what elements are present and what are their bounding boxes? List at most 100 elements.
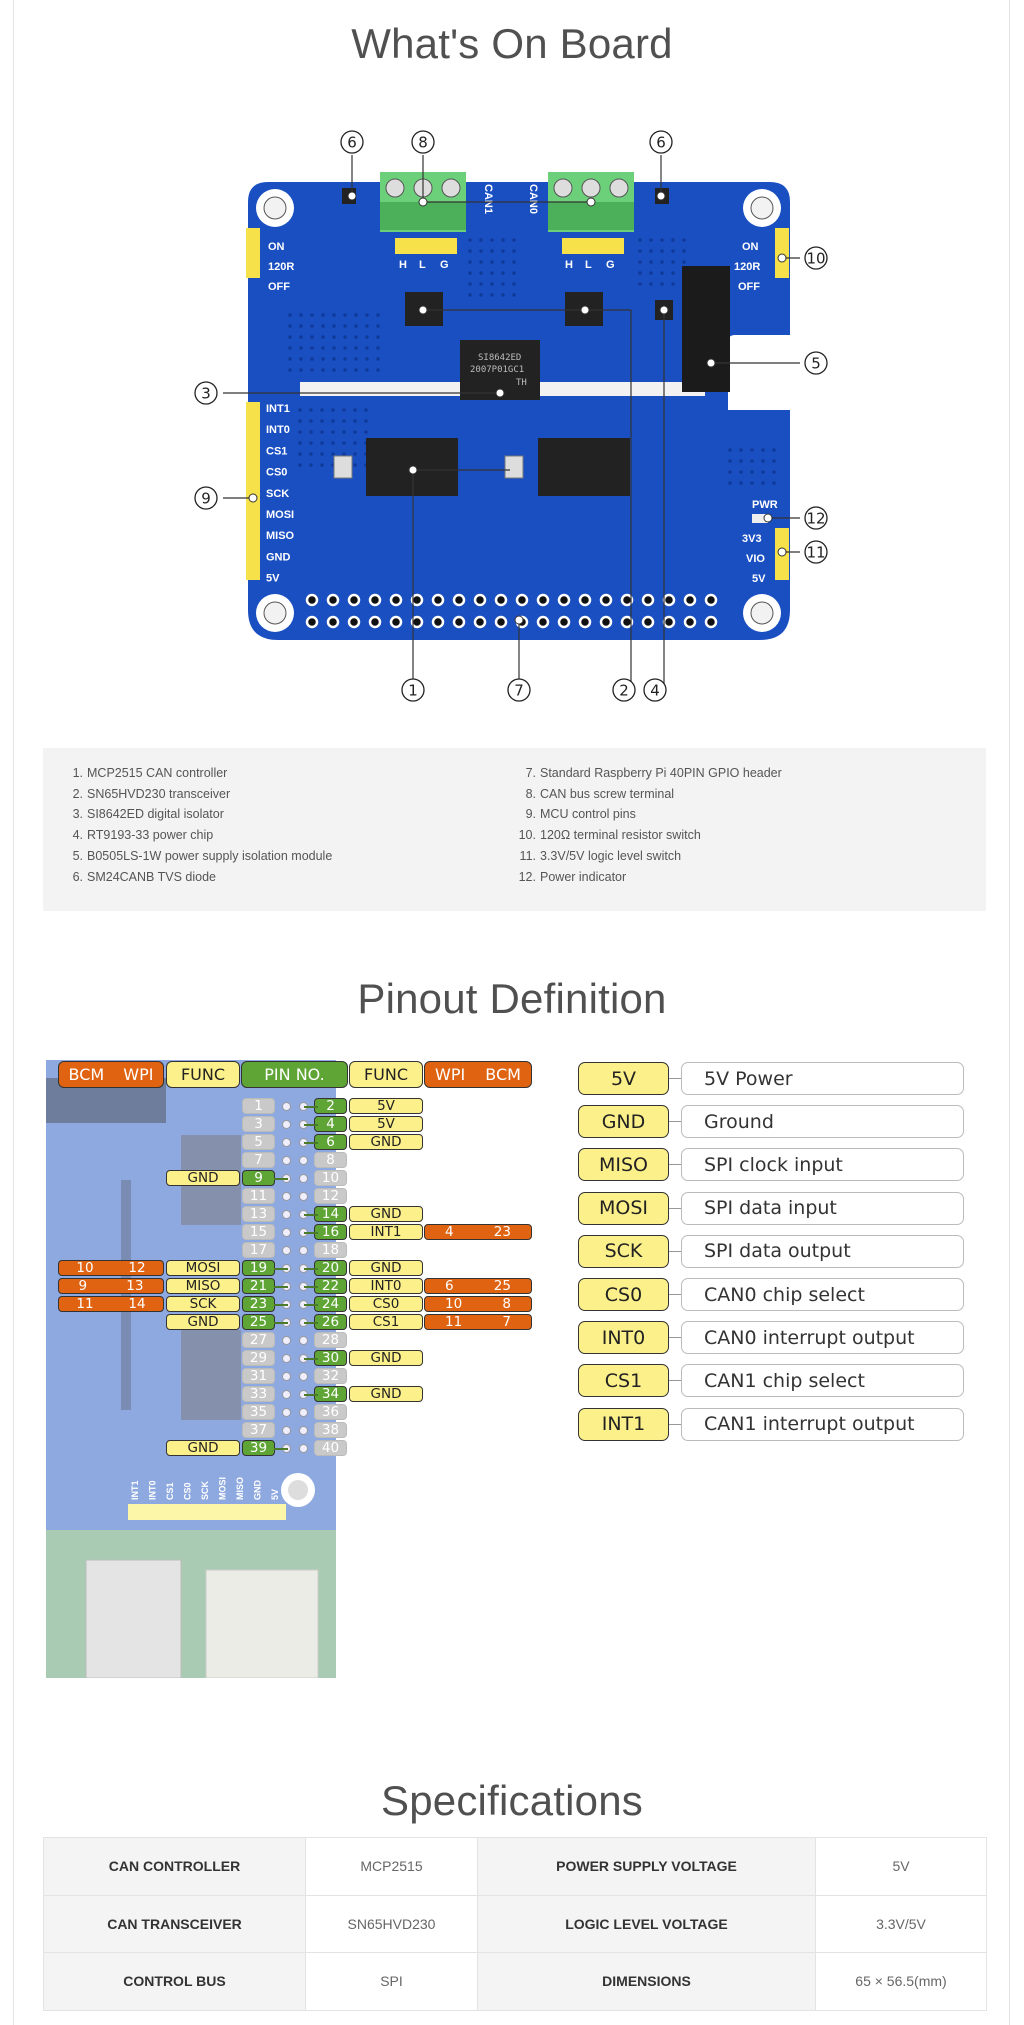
via <box>299 335 303 339</box>
pin-number-30: 30 <box>314 1350 347 1366</box>
silk-mcu-pin-label: MOSI <box>266 509 294 521</box>
spec-value: 5V <box>815 1837 987 1896</box>
pin-number-6: 6 <box>314 1134 347 1150</box>
gpio-pin-hole <box>305 615 319 629</box>
pin-hole <box>282 1102 291 1111</box>
pin-hole <box>299 1174 308 1183</box>
via <box>649 249 653 253</box>
via <box>501 260 505 264</box>
function-row: CS1 CAN1 chip select <box>578 1364 968 1398</box>
via <box>671 271 675 275</box>
via <box>512 238 516 242</box>
gpio-pin-hole <box>452 615 466 629</box>
pin-number-2: 2 <box>314 1098 347 1114</box>
gpio-pin-hole <box>683 615 697 629</box>
via <box>309 441 313 445</box>
gpio-pin-hole <box>347 593 361 607</box>
via <box>343 324 347 328</box>
silk-mcu-pin-label: GND <box>266 551 291 563</box>
via <box>299 346 303 350</box>
via <box>728 481 732 485</box>
gpio-pin-hole <box>494 593 508 607</box>
pin-connector <box>304 1106 318 1108</box>
via <box>332 357 336 361</box>
via <box>761 470 765 474</box>
via <box>660 260 664 264</box>
via <box>364 419 368 423</box>
function-key: MOSI <box>578 1191 669 1225</box>
via <box>332 313 336 317</box>
pi-silk-label: INT0 <box>148 1480 158 1500</box>
pin-number-35: 35 <box>242 1404 275 1420</box>
pin-wpi-bcm-right: 10 8 <box>424 1296 532 1312</box>
function-row: INT0 CAN0 interrupt output <box>578 1321 968 1355</box>
section-title-specifications: Specifications <box>381 1777 643 1824</box>
via <box>376 368 380 372</box>
function-connector <box>669 1423 681 1425</box>
gpio-pin-hole <box>452 593 466 607</box>
spec-row: CONTROL BUS SPI DIMENSIONS 65 × 56.5(mm) <box>43 1952 987 2011</box>
via <box>468 271 472 275</box>
via <box>299 324 303 328</box>
gpio-pin-hole <box>347 615 361 629</box>
pin-func-right: 5V <box>349 1098 423 1114</box>
pin-number-19: 19 <box>242 1260 275 1276</box>
via <box>354 357 358 361</box>
via <box>468 293 472 297</box>
gpio-pin-hole <box>473 615 487 629</box>
via <box>750 459 754 463</box>
via <box>288 313 292 317</box>
pin-func-left: GND <box>166 1314 240 1330</box>
via <box>512 249 516 253</box>
isolation-module <box>682 266 730 392</box>
via <box>320 430 324 434</box>
header-func-right: FUNC <box>349 1061 423 1088</box>
silk-mcu-pin-label: INT1 <box>266 403 290 415</box>
via <box>310 324 314 328</box>
via <box>490 271 494 275</box>
board-image: CAN1 CAN0 H L G H L G ON 120R OFF ON 120… <box>194 130 828 702</box>
via <box>479 282 483 286</box>
silk-mcu-pin-label: SCK <box>266 488 289 500</box>
via <box>331 441 335 445</box>
component-legend: 1. MCP2515 CAN controller 2. SN65HVD230 tr… <box>43 748 986 911</box>
via <box>310 335 314 339</box>
spec-value: 65 × 56.5(mm) <box>815 1952 987 2011</box>
header-bcm-wpi-left: BCM WPI <box>58 1061 164 1088</box>
pin-number-16: 16 <box>314 1224 347 1240</box>
pin-hole <box>299 1408 308 1417</box>
silk-can0: CAN0 <box>527 184 539 214</box>
pin-number-20: 20 <box>314 1260 347 1276</box>
silk-off-left: OFF <box>268 281 290 293</box>
pin-number-40: 40 <box>314 1440 347 1456</box>
via <box>343 368 347 372</box>
pi-silk-label: 5V <box>270 1489 280 1500</box>
callout-number: 8 <box>418 134 428 152</box>
via <box>501 293 505 297</box>
pin-number-13: 13 <box>242 1206 275 1222</box>
via <box>353 441 357 445</box>
via <box>332 368 336 372</box>
crystal-1 <box>333 455 353 479</box>
function-description: CAN1 chip select <box>681 1364 964 1398</box>
via <box>638 238 642 242</box>
gpio-pin-hole <box>557 593 571 607</box>
function-connector <box>669 1337 681 1339</box>
silk-l0: L <box>585 259 592 271</box>
pi-silk-label: MISO <box>235 1477 245 1500</box>
pin-connector <box>274 1448 288 1450</box>
via <box>320 463 324 467</box>
via <box>490 293 494 297</box>
gpio-pin-hole <box>368 615 382 629</box>
pin-number-26: 26 <box>314 1314 347 1330</box>
pi-silk-label: CS1 <box>165 1482 175 1500</box>
via <box>354 335 358 339</box>
via <box>342 419 346 423</box>
gpio-pin-hole <box>494 615 508 629</box>
function-description: CAN0 interrupt output <box>681 1321 964 1355</box>
pin-hole <box>299 1192 308 1201</box>
pin-hole <box>299 1246 308 1255</box>
via <box>501 271 505 275</box>
pin-number-39: 39 <box>242 1440 275 1456</box>
pi-silk-label: INT1 <box>130 1480 140 1500</box>
